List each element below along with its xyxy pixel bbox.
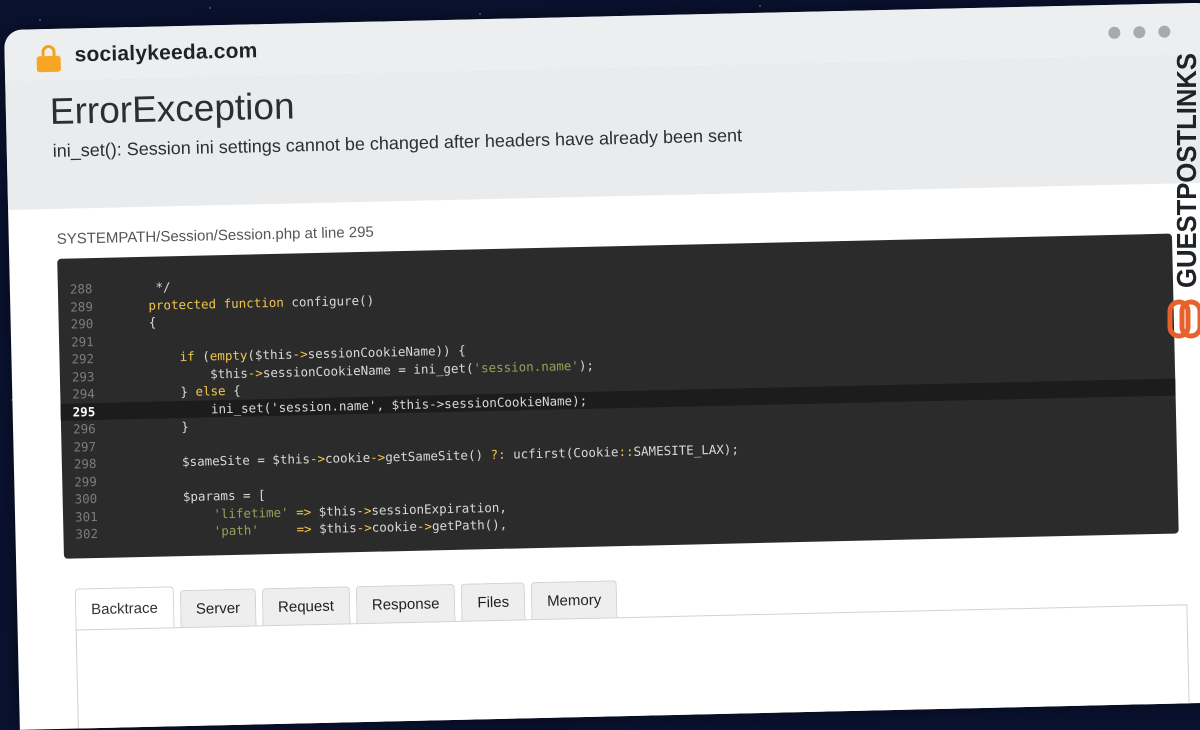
line-number: 299 xyxy=(62,472,122,491)
window-dot-icon[interactable] xyxy=(1158,26,1170,38)
code-text: */ xyxy=(118,279,171,295)
line-number: 292 xyxy=(59,349,119,368)
domain-text[interactable]: socialykeeda.com xyxy=(74,39,257,67)
line-number: 297 xyxy=(61,437,121,456)
line-number: 289 xyxy=(58,297,118,316)
browser-window: socialykeeda.com ErrorException ini_set(… xyxy=(4,3,1200,730)
line-number: 290 xyxy=(58,314,118,333)
line-number: 296 xyxy=(61,419,121,438)
line-number: 293 xyxy=(60,367,120,386)
line-number: 291 xyxy=(59,332,119,351)
line-number: 302 xyxy=(63,524,123,543)
window-controls xyxy=(1108,26,1170,39)
link-icon xyxy=(1170,302,1200,336)
page-title: ErrorException xyxy=(49,85,295,133)
tab-memory[interactable]: Memory xyxy=(531,580,618,621)
window-dot-icon[interactable] xyxy=(1108,27,1120,39)
line-number: 294 xyxy=(60,384,120,403)
tab-files[interactable]: Files xyxy=(461,582,526,622)
line-number: 295 xyxy=(60,402,120,421)
guestpostlinks-watermark: GUESTPOSTLINKS xyxy=(1158,40,1200,370)
line-number: 298 xyxy=(62,454,122,473)
line-number: 288 xyxy=(58,279,118,298)
line-number: 300 xyxy=(62,489,122,508)
tab-backtrace[interactable]: Backtrace xyxy=(75,586,175,631)
tab-request[interactable]: Request xyxy=(262,586,351,627)
tab-server[interactable]: Server xyxy=(179,588,256,629)
tab-response[interactable]: Response xyxy=(355,584,455,625)
code-block: 288 */289 protected function configure()… xyxy=(57,234,1179,559)
line-number: 301 xyxy=(63,507,123,526)
code-text: } xyxy=(121,419,189,436)
window-dot-icon[interactable] xyxy=(1133,26,1145,38)
code-text: $params = [ xyxy=(122,487,265,505)
code-text: { xyxy=(119,315,157,331)
file-location: SYSTEMPATH/Session/Session.php at line 2… xyxy=(57,224,374,248)
code-text: } else { xyxy=(120,383,241,401)
watermark-text: GUESTPOSTLINKS xyxy=(1171,53,1200,288)
lock-icon xyxy=(36,45,61,72)
